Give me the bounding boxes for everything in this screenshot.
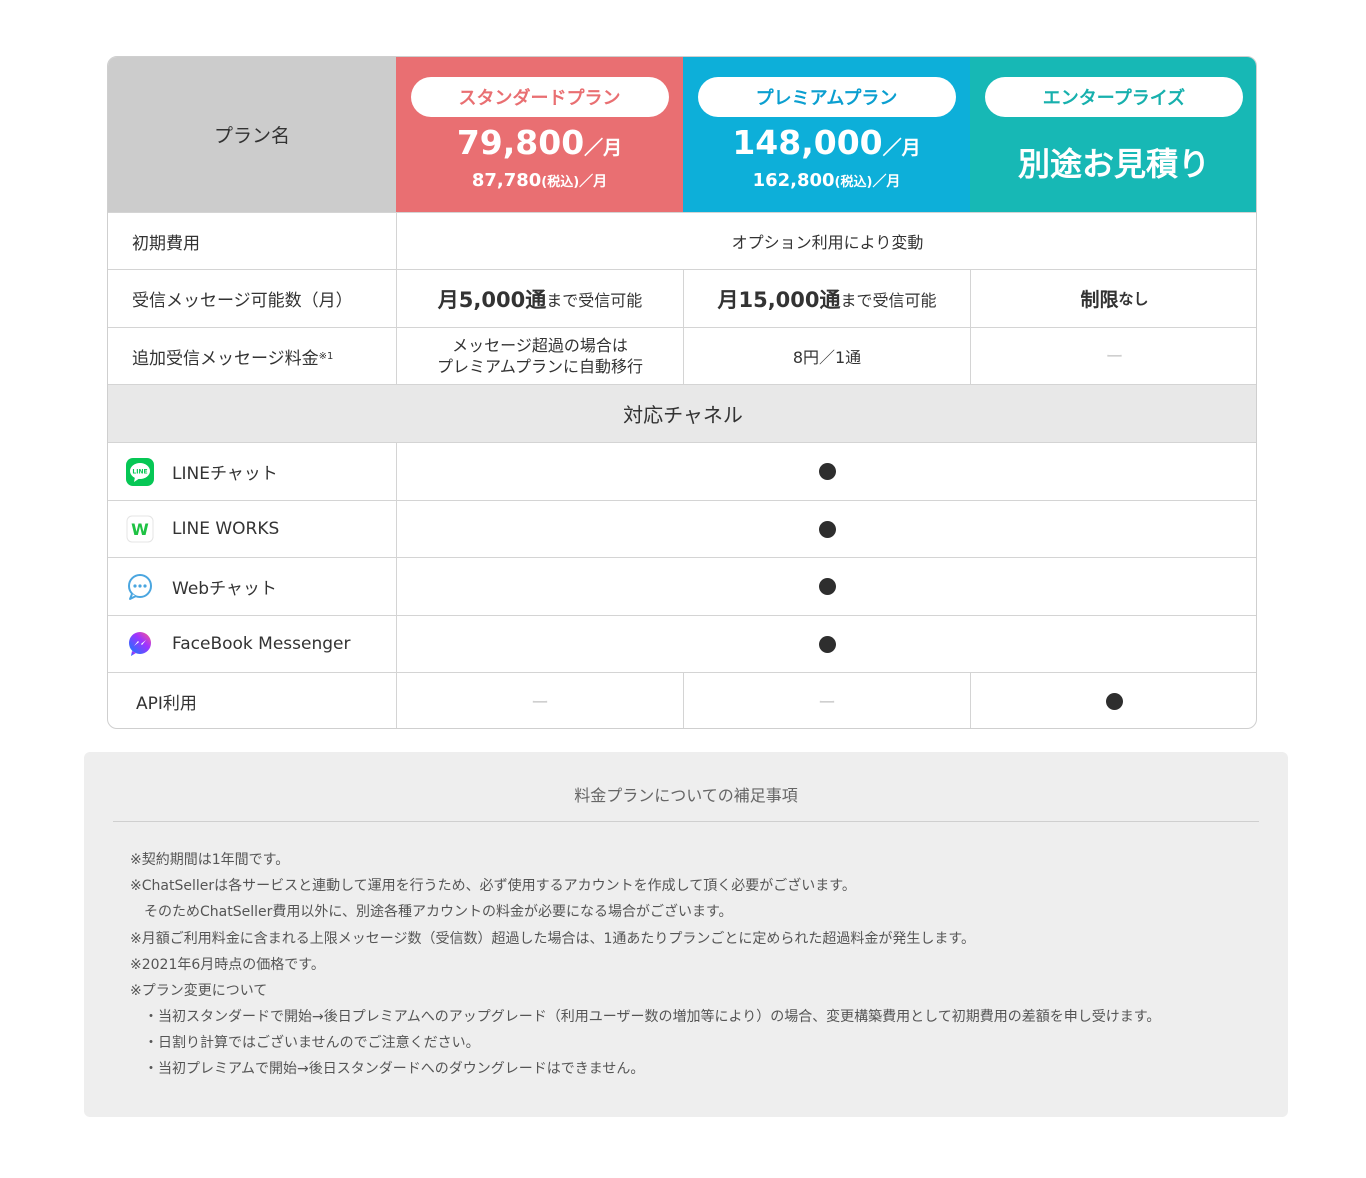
line-works-icon: W xyxy=(126,515,154,543)
messenger-icon xyxy=(126,630,154,658)
channel-line-works: W LINE WORKS xyxy=(108,501,396,557)
supported-dot xyxy=(819,463,836,480)
supported-dot xyxy=(819,520,836,538)
initial-fee-label: 初期費用 xyxy=(132,233,200,254)
line-icon: LINE xyxy=(126,457,154,486)
note-line: ※契約期間は1年間です。 xyxy=(130,852,290,868)
supported-dot xyxy=(1106,693,1123,710)
message-limit-label: 受信メッセージ可能数（月） xyxy=(132,291,353,311)
enterprise-price: 別途お見積り xyxy=(1017,145,1210,183)
enterprise-plan-name: エンタープライズ xyxy=(985,77,1243,117)
line-works-supported xyxy=(397,501,1256,557)
api-label: API利用 xyxy=(136,694,197,714)
standard-tax-price: 87,780(税込)／月 xyxy=(471,170,608,191)
line-chat-supported xyxy=(397,443,1256,500)
pricing-table: プラン名 スタンダードプラン 79,800／月 87,780(税込)／月 プレミ… xyxy=(107,56,1257,729)
premium-api: ー xyxy=(818,692,836,714)
web-chat-supported xyxy=(397,558,1256,615)
premium-additional-fee: 8円／1通 xyxy=(792,348,862,367)
standard-plan-name: スタンダードプラン xyxy=(410,77,669,117)
note-line: ※プラン変更について xyxy=(130,983,268,999)
channel-facebook-messenger: FaceBook Messenger xyxy=(108,616,396,672)
note-line: そのためChatSeller費用以外に、別途各種アカウントの料金が必要になる場合… xyxy=(130,904,733,920)
enterprise-message-limit: 制限 なし xyxy=(1080,289,1149,311)
notes-divider xyxy=(113,821,1259,822)
standard-price: 79,800／月 xyxy=(456,123,623,162)
enterprise-plan-header: エンタープライズ 別途お見積り xyxy=(970,57,1256,212)
note-line: ※2021年6月時点の価格です。 xyxy=(130,957,325,973)
enterprise-api xyxy=(971,673,1256,728)
note-line: ※ChatSellerは各サービスと連動して運用を行うため、必ず使用するアカウン… xyxy=(130,878,856,894)
premium-plan-header: プレミアムプラン 148,000／月 162,800(税込)／月 xyxy=(683,57,970,212)
standard-plan-header: スタンダードプラン 79,800／月 87,780(税込)／月 xyxy=(396,57,683,212)
premium-tax-price: 162,800(税込)／月 xyxy=(752,170,901,191)
messenger-supported xyxy=(397,616,1256,672)
note-line: ※月額ご利用料金に含まれる上限メッセージ数（受信数）超過した場合は、1通あたりプ… xyxy=(130,931,975,947)
note-line: ・当初プレミアムで開始→後日スタンダードへのダウングレードはできません。 xyxy=(130,1061,645,1077)
enterprise-additional-fee: ー xyxy=(1105,347,1124,368)
web-chat-icon xyxy=(126,573,154,601)
supported-dot xyxy=(819,635,836,653)
premium-price: 148,000／月 xyxy=(732,123,921,162)
channel-web-chat: Webチャット xyxy=(108,558,396,615)
channel-line-chat: LINE LINEチャット xyxy=(108,443,396,500)
channels-section-title: 対応チャネル xyxy=(108,385,1256,442)
channel-label: LINE WORKS xyxy=(172,519,280,539)
standard-additional-fee: メッセージ超過の場合は プレミアムプランに自動移行 xyxy=(437,336,643,376)
additional-fee-label: 追加受信メッセージ料金 ※1 xyxy=(132,348,334,369)
svg-text:LINE: LINE xyxy=(132,468,147,475)
channel-label: Webチャット xyxy=(172,579,277,599)
initial-fee-value: オプション利用により変動 xyxy=(731,233,924,252)
channel-label: FaceBook Messenger xyxy=(172,634,351,654)
notes-title: 料金プランについての補足事項 xyxy=(574,786,798,805)
note-line: ・当初スタンダードで開始→後日プレミアムへのアップグレード（利用ユーザー数の増加… xyxy=(130,1009,1161,1025)
supported-dot xyxy=(819,578,836,595)
svg-text:W: W xyxy=(131,520,149,539)
supplementary-notes: 料金プランについての補足事項 ※契約期間は1年間です。 ※ChatSellerは… xyxy=(84,752,1288,1117)
plan-name-header: プラン名 xyxy=(108,57,396,212)
premium-message-limit: 月15,000通 まで受信可能 xyxy=(717,287,937,312)
channel-label: LINEチャット xyxy=(172,464,278,484)
premium-plan-name: プレミアムプラン xyxy=(697,77,956,117)
standard-message-limit: 月5,000通 まで受信可能 xyxy=(437,287,643,312)
note-line: ・日割り計算ではございませんのでご注意ください。 xyxy=(130,1035,480,1051)
standard-api: ー xyxy=(531,692,549,714)
